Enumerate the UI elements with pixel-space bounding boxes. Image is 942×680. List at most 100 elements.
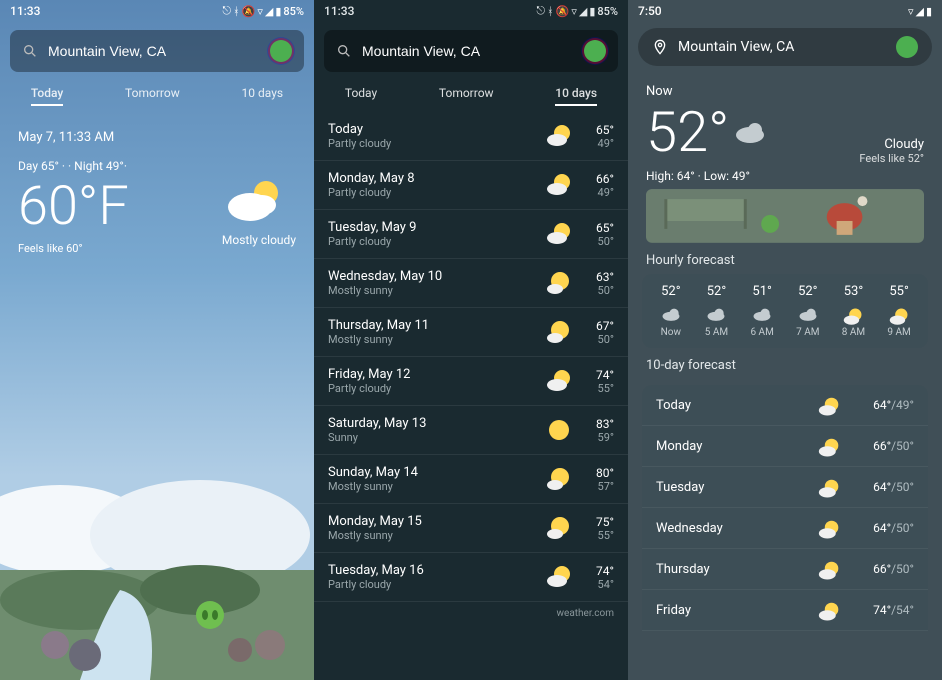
forecast-high: 65°	[584, 123, 614, 137]
now-label: Now	[646, 84, 924, 99]
daily-row[interactable]: Today 64°/49°	[642, 385, 928, 426]
forecast-list[interactable]: Today Partly cloudy 65° 49° Monday, May …	[314, 112, 628, 602]
daily-day: Wednesday	[656, 521, 818, 536]
hour-column[interactable]: 52° Now	[649, 284, 693, 338]
forecast-high: 75°	[584, 515, 614, 529]
tab-today[interactable]: Today	[31, 82, 63, 106]
hour-temp: 51°	[740, 284, 784, 299]
tab-tomorrow[interactable]: Tomorrow	[439, 82, 494, 106]
forecast-row[interactable]: Monday, May 8 Partly cloudy 66° 49°	[314, 161, 628, 210]
search-box[interactable]	[10, 30, 304, 72]
tabs: Today Tomorrow 10 days	[314, 72, 628, 112]
forecast-day: Thursday, May 11	[328, 318, 546, 333]
daily-forecast[interactable]: Today 64°/49° Monday 66°/50° Tuesday 64°…	[642, 385, 928, 631]
weather-today-screen: 11:33 ⎋ ᚼ 🔕 ▿ ◢ ▮ 85% Today Tomorrow 10 …	[0, 0, 314, 680]
attribution[interactable]: weather.com	[314, 602, 628, 625]
daily-day: Thursday	[656, 562, 818, 577]
status-bar: 11:33 ⎋ ᚼ 🔕 ▿ ◢ ▮ 85%	[0, 0, 314, 22]
forecast-day: Saturday, May 13	[328, 416, 546, 431]
signal-icon: ◢	[915, 5, 923, 18]
hour-label: 8 AM	[831, 327, 875, 338]
forecast-row[interactable]: Thursday, May 11 Mostly sunny 67° 50°	[314, 308, 628, 357]
partly-icon	[818, 601, 840, 619]
hourly-forecast[interactable]: 52° Now 52° 5 AM 51° 6 AM 52° 7 AM 53° 8…	[642, 274, 928, 348]
signal-icon: ◢	[265, 5, 273, 18]
forecast-low: 55°	[584, 529, 614, 542]
hour-column[interactable]: 52° 5 AM	[694, 284, 738, 338]
partly-icon	[546, 564, 572, 590]
tab-today[interactable]: Today	[345, 82, 377, 106]
profile-indicator[interactable]	[584, 40, 606, 62]
daily-temps: 64°/49°	[854, 398, 914, 412]
weather-10day-screen: 11:33 ⎋ ᚼ 🔕 ▿ ◢ ▮ 85% Today Tomorrow 10 …	[314, 0, 628, 680]
partly-icon	[843, 307, 863, 321]
forecast-row[interactable]: Tuesday, May 16 Partly cloudy 74° 54°	[314, 553, 628, 602]
forecast-low: 50°	[584, 284, 614, 297]
search-box[interactable]	[324, 30, 618, 72]
current-temp: 52°	[646, 99, 729, 165]
range-night: · Night 49°·	[68, 159, 127, 173]
daily-row[interactable]: Friday 74°/54°	[642, 590, 928, 631]
mostsun-icon	[546, 466, 572, 492]
battery-icon: ▮	[275, 5, 281, 18]
forecast-low: 57°	[584, 480, 614, 493]
forecast-row[interactable]: Friday, May 12 Partly cloudy 74° 55°	[314, 357, 628, 406]
hi-lo: High: 64° · Low: 49°	[646, 169, 924, 183]
daily-temps: 64°/50°	[854, 480, 914, 494]
day-night-range: Day 65° · · Night 49°·	[18, 159, 296, 173]
partly-icon	[818, 478, 840, 496]
tab-10days[interactable]: 10 days	[555, 82, 597, 106]
hour-column[interactable]: 55° 9 AM	[877, 284, 921, 338]
tab-10days[interactable]: 10 days	[242, 82, 284, 106]
forecast-row[interactable]: Today Partly cloudy 65° 49°	[314, 112, 628, 161]
condition-text: Cloudy	[859, 137, 924, 152]
hour-label: 9 AM	[877, 327, 921, 338]
daily-temps: 64°/50°	[854, 521, 914, 535]
forecast-row[interactable]: Monday, May 15 Mostly sunny 75° 55°	[314, 504, 628, 553]
hour-column[interactable]: 51° 6 AM	[740, 284, 784, 338]
cloud-icon	[733, 120, 767, 144]
forecast-row[interactable]: Saturday, May 13 Sunny 83° 59°	[314, 406, 628, 455]
forecast-low: 59°	[584, 431, 614, 444]
daily-temps: 74°/54°	[854, 603, 914, 617]
hour-temp: 53°	[831, 284, 875, 299]
forecast-row[interactable]: Sunday, May 14 Mostly sunny 80° 57°	[314, 455, 628, 504]
cloud-icon	[661, 307, 681, 321]
daily-row[interactable]: Monday 66°/50°	[642, 426, 928, 467]
forecast-condition: Partly cloudy	[328, 578, 546, 591]
location-bar[interactable]: Mountain View, CA	[638, 28, 932, 66]
forecast-high: 74°	[584, 368, 614, 382]
weather-new-screen: 7:50 ▿ ◢ ▮ Mountain View, CA Now 52° Clo…	[628, 0, 942, 680]
battery-percent: 85%	[283, 5, 304, 18]
bluetooth-icon: ᚼ	[547, 5, 554, 18]
tabs: Today Tomorrow 10 days	[0, 72, 314, 112]
hour-label: Now	[649, 327, 693, 338]
daily-row[interactable]: Thursday 66°/50°	[642, 549, 928, 590]
status-icons: ⎋ ᚼ 🔕 ▿ ◢ ▮ 85%	[222, 4, 304, 18]
forecast-condition: Mostly sunny	[328, 333, 546, 346]
forecast-condition: Partly cloudy	[328, 382, 546, 395]
tab-tomorrow[interactable]: Tomorrow	[125, 82, 180, 106]
hour-column[interactable]: 53° 8 AM	[831, 284, 875, 338]
forecast-row[interactable]: Tuesday, May 9 Partly cloudy 65° 50°	[314, 210, 628, 259]
forecast-condition: Sunny	[328, 431, 546, 444]
forecast-row[interactable]: Wednesday, May 10 Mostly sunny 63° 50°	[314, 259, 628, 308]
search-input[interactable]	[362, 43, 574, 59]
daily-day: Monday	[656, 439, 818, 454]
hour-column[interactable]: 52° 7 AM	[786, 284, 830, 338]
search-input[interactable]	[48, 43, 260, 59]
search-icon	[22, 43, 38, 59]
forecast-low: 49°	[584, 186, 614, 199]
daily-day: Today	[656, 398, 818, 413]
location-pin-icon	[652, 39, 668, 55]
feels-like: Feels like 60°	[18, 242, 129, 255]
daily-row[interactable]: Tuesday 64°/50°	[642, 467, 928, 508]
wifi-icon: ▿	[257, 5, 263, 18]
profile-indicator[interactable]	[270, 40, 292, 62]
hour-temp: 52°	[694, 284, 738, 299]
forecast-high: 66°	[584, 172, 614, 186]
forecast-condition: Partly cloudy	[328, 137, 546, 150]
status-time: 11:33	[324, 4, 354, 18]
profile-indicator[interactable]	[896, 36, 918, 58]
daily-row[interactable]: Wednesday 64°/50°	[642, 508, 928, 549]
